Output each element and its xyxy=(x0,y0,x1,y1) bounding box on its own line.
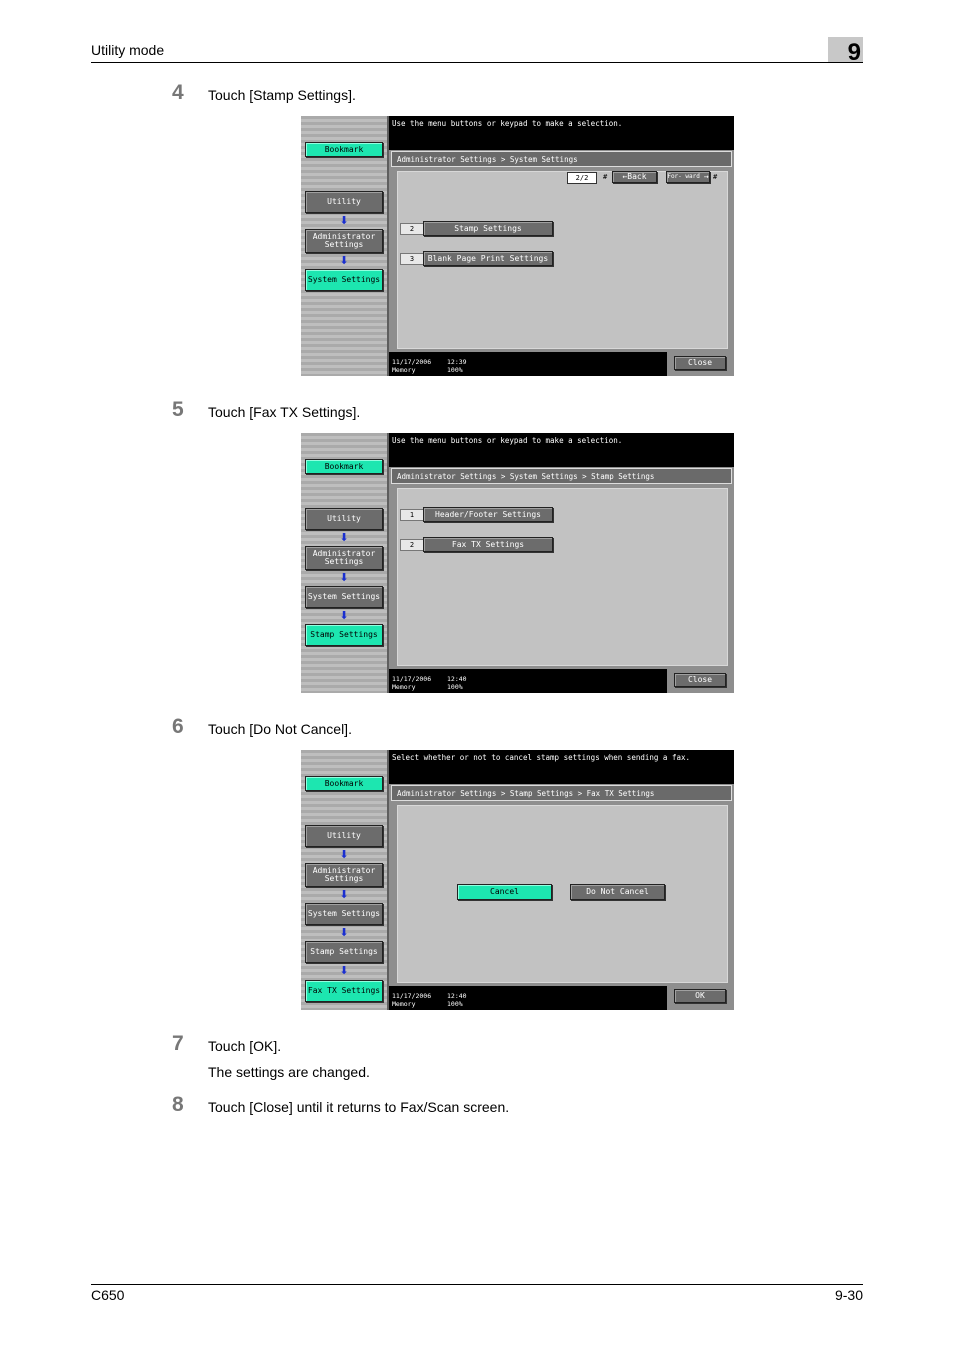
control-panel-screen: Bookmark Utility ⬇ Administrator Setting… xyxy=(301,750,734,1010)
status-memory-label: Memory xyxy=(392,366,416,374)
hash-key-label: # xyxy=(603,173,608,181)
header-rule xyxy=(91,62,863,63)
bookmark-button[interactable]: Bookmark xyxy=(305,776,383,791)
stamp-settings-button[interactable]: Stamp Settings xyxy=(305,941,383,963)
footer-rule xyxy=(91,1284,863,1285)
status-date: 11/17/2006 xyxy=(392,675,432,683)
close-button[interactable]: Close xyxy=(674,673,726,687)
utility-button[interactable]: Utility xyxy=(305,191,383,213)
item-number: 2 xyxy=(400,223,424,235)
arrow-down-icon: ⬇ xyxy=(339,888,349,901)
arrow-down-icon: ⬇ xyxy=(339,609,349,622)
chapter-number: 9 xyxy=(847,39,861,66)
cancel-option-button[interactable]: Cancel xyxy=(457,884,552,900)
section-title: Utility mode xyxy=(91,42,165,58)
step-number: 5 xyxy=(172,398,184,421)
status-memory: 100% xyxy=(447,683,463,691)
bookmark-button[interactable]: Bookmark xyxy=(305,459,383,474)
item-number: 2 xyxy=(400,539,424,551)
page-indicator: 2/2 xyxy=(567,172,597,184)
step-text: Touch [OK]. xyxy=(208,1038,282,1054)
step-number: 7 xyxy=(172,1032,184,1055)
forward-label: For- ward xyxy=(667,173,700,180)
sidebar: Bookmark Utility ⬇ Administrator Setting… xyxy=(301,433,389,693)
item-number: 3 xyxy=(400,253,424,265)
status-memory-label: Memory xyxy=(392,1000,416,1008)
sidebar: Bookmark Utility ⬇ Administrator Setting… xyxy=(301,116,389,376)
fax-tx-settings-button[interactable]: Fax TX Settings xyxy=(305,980,383,1002)
status-date: 11/17/2006 xyxy=(392,358,432,366)
arrow-down-icon: ⬇ xyxy=(339,214,349,227)
administrator-settings-button[interactable]: Administrator Settings xyxy=(305,863,383,887)
status-bar: 11/17/2006 12:40 Memory 100% xyxy=(389,669,667,693)
administrator-settings-button[interactable]: Administrator Settings xyxy=(305,546,383,570)
bookmark-button[interactable]: Bookmark xyxy=(305,142,383,157)
footer-model: C650 xyxy=(91,1287,125,1303)
utility-button[interactable]: Utility xyxy=(305,508,383,530)
system-settings-button[interactable]: System Settings xyxy=(305,269,383,291)
arrow-down-icon: ⬇ xyxy=(339,964,349,977)
arrow-down-icon: ⬇ xyxy=(339,531,349,544)
step-text: Touch [Stamp Settings]. xyxy=(208,87,356,103)
ok-button[interactable]: OK xyxy=(674,989,726,1003)
status-time: 12:40 xyxy=(447,675,467,683)
status-time: 12:40 xyxy=(447,992,467,1000)
fax-tx-settings-button[interactable]: Fax TX Settings xyxy=(423,537,553,552)
status-time: 12:39 xyxy=(447,358,467,366)
stamp-settings-button[interactable]: Stamp Settings xyxy=(305,624,383,646)
step-text: Touch [Close] until it returns to Fax/Sc… xyxy=(208,1099,510,1115)
stamp-settings-button[interactable]: Stamp Settings xyxy=(423,221,553,236)
status-memory: 100% xyxy=(447,366,463,374)
breadcrumb: Administrator Settings > Stamp Settings … xyxy=(391,785,732,801)
sidebar: Bookmark Utility ⬇ Administrator Setting… xyxy=(301,750,389,1010)
message-bar: Use the menu buttons or keypad to make a… xyxy=(389,116,734,150)
back-button[interactable]: ← Back xyxy=(612,171,657,183)
arrow-down-icon: ⬇ xyxy=(339,926,349,939)
close-button[interactable]: Close xyxy=(674,356,726,370)
step-text: Touch [Fax TX Settings]. xyxy=(208,404,361,420)
forward-button[interactable]: For- ward → xyxy=(666,171,710,183)
control-panel-screen: Bookmark Utility ⬇ Administrator Setting… xyxy=(301,116,734,376)
hash-key-label: # xyxy=(713,173,718,181)
arrow-down-icon: ⬇ xyxy=(339,571,349,584)
step-result-text: The settings are changed. xyxy=(208,1064,370,1080)
system-settings-button[interactable]: System Settings xyxy=(305,903,383,925)
step-number: 6 xyxy=(172,715,184,738)
utility-button[interactable]: Utility xyxy=(305,825,383,847)
step-number: 8 xyxy=(172,1093,184,1116)
blank-page-print-settings-button[interactable]: Blank Page Print Settings xyxy=(423,251,553,266)
step-number: 4 xyxy=(172,81,184,104)
administrator-settings-button[interactable]: Administrator Settings xyxy=(305,229,383,253)
arrow-down-icon: ⬇ xyxy=(339,254,349,267)
options-panel xyxy=(397,805,728,983)
do-not-cancel-button[interactable]: Do Not Cancel xyxy=(570,884,665,900)
back-label: Back xyxy=(627,172,647,181)
status-bar: 11/17/2006 12:39 Memory 100% xyxy=(389,352,667,376)
message-bar: Select whether or not to cancel stamp se… xyxy=(389,750,734,784)
breadcrumb: Administrator Settings > System Settings… xyxy=(391,468,732,484)
message-bar: Use the menu buttons or keypad to make a… xyxy=(389,433,734,467)
arrow-right-icon: → xyxy=(703,172,709,181)
status-date: 11/17/2006 xyxy=(392,992,432,1000)
status-memory: 100% xyxy=(447,1000,463,1008)
step-text: Touch [Do Not Cancel]. xyxy=(208,721,352,737)
breadcrumb: Administrator Settings > System Settings xyxy=(391,151,732,167)
footer-page-number: 9-30 xyxy=(834,1287,863,1303)
header-footer-settings-button[interactable]: Header/Footer Settings xyxy=(423,507,553,522)
control-panel-screen: Bookmark Utility ⬇ Administrator Setting… xyxy=(301,433,734,693)
arrow-down-icon: ⬇ xyxy=(339,848,349,861)
item-number: 1 xyxy=(400,509,424,521)
status-bar: 11/17/2006 12:40 Memory 100% xyxy=(389,986,667,1010)
status-memory-label: Memory xyxy=(392,683,416,691)
system-settings-button[interactable]: System Settings xyxy=(305,586,383,608)
